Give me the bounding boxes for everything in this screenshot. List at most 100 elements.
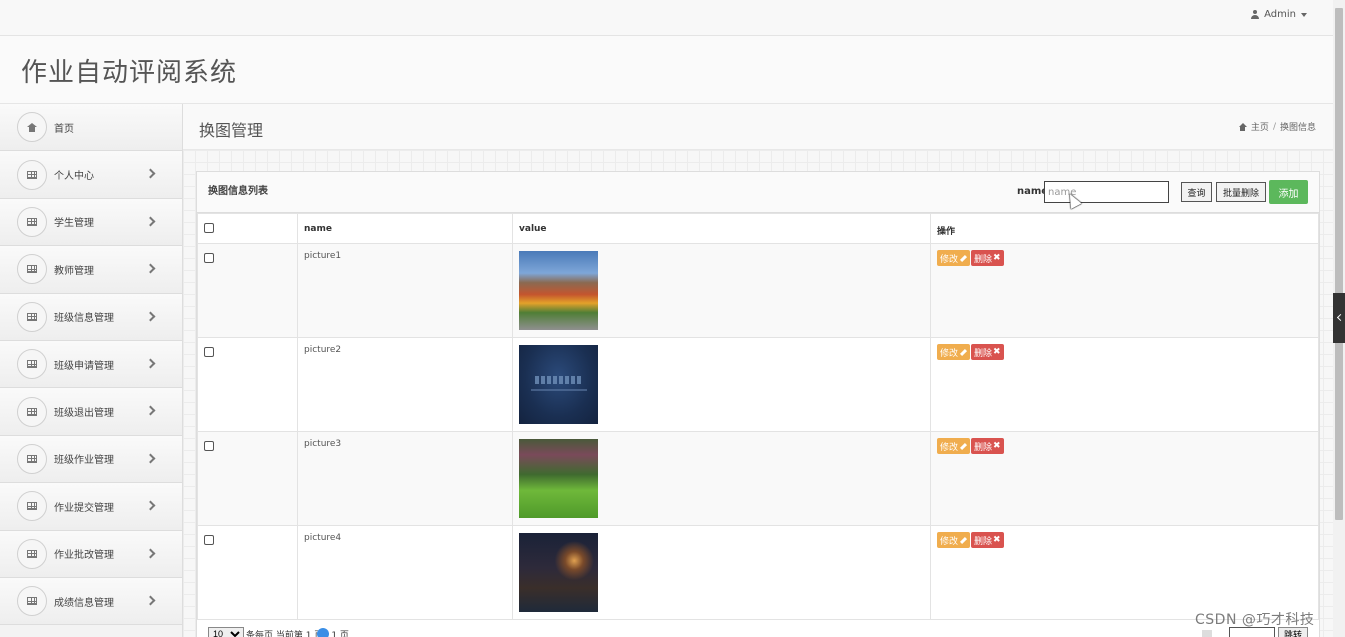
site-header: 作业自动评阅系统	[0, 36, 1333, 104]
caret-down-icon	[1301, 12, 1307, 17]
cell-name: picture2	[297, 337, 513, 432]
sidebar-item-label: 学生管理	[54, 218, 94, 230]
sidebar-item-class-homework[interactable]: 班级作业管理	[0, 435, 182, 484]
sidebar-item-teachers[interactable]: 教师管理	[0, 246, 182, 294]
previous-page-button[interactable]	[1202, 630, 1212, 637]
sidebar-item-profile[interactable]: 个人中心	[0, 151, 182, 199]
sidebar-item-label: 班级信息管理	[54, 313, 114, 325]
sidebar-item-label: 个人中心	[54, 171, 94, 183]
table-icon	[27, 312, 37, 321]
row-checkbox[interactable]	[204, 347, 214, 357]
sidebar-item-class-info[interactable]: 班级信息管理	[0, 293, 182, 341]
table-icon	[27, 454, 37, 463]
sidebar-item-students[interactable]: 学生管理	[0, 198, 182, 247]
sidebar-item-label: 作业提交管理	[54, 502, 114, 514]
sidebar-item-home[interactable]: 首页	[0, 104, 182, 152]
table-icon	[27, 549, 37, 558]
sidebar-item-class-apply[interactable]: 班级申请管理	[0, 340, 182, 389]
home-icon	[1238, 122, 1247, 131]
sidebar-item-label: 教师管理	[54, 265, 94, 277]
list-panel: 换图信息列表 name 查询 批量删除 添加 name value 操作 pic…	[196, 171, 1320, 637]
pencil-icon	[959, 348, 968, 356]
table-row: picture1 修改 删除 ✖	[197, 243, 1319, 338]
sidebar-item-grades[interactable]: 成绩信息管理	[0, 577, 182, 626]
table-row: picture3 修改 删除 ✖	[197, 431, 1319, 526]
select-all-checkbox[interactable]	[204, 223, 214, 233]
data-table: name value 操作 picture1 修改 删除 ✖ picture2 修改…	[197, 213, 1319, 620]
bulk-delete-button[interactable]: 批量删除	[1216, 182, 1266, 202]
chevron-right-icon	[145, 595, 156, 606]
watermark: CSDN @巧才科技	[1195, 612, 1315, 628]
pencil-icon	[959, 536, 968, 544]
chevron-right-icon	[145, 548, 156, 558]
edit-button[interactable]: 修改	[937, 438, 971, 454]
table-icon	[27, 170, 37, 179]
sidebar-item-homework-submit[interactable]: 作业提交管理	[0, 483, 182, 531]
close-icon: ✖	[993, 253, 1001, 263]
table-icon	[27, 502, 37, 511]
table-icon	[27, 265, 37, 274]
chevron-right-icon	[145, 263, 156, 274]
page-title: 换图管理	[199, 121, 264, 140]
page-header: 换图管理 主页 / 换图信息	[183, 104, 1333, 150]
chevron-right-icon	[145, 311, 156, 322]
chevron-right-icon	[145, 453, 156, 464]
cell-name: picture4	[297, 525, 513, 620]
sidebar-item-label: 首页	[54, 123, 74, 135]
edit-button[interactable]: 修改	[937, 532, 971, 548]
user-icon	[1251, 10, 1260, 19]
close-icon: ✖	[993, 441, 1001, 451]
cell-name: picture3	[297, 431, 513, 526]
pencil-icon	[959, 254, 968, 262]
pager-suffix: 1 页	[331, 630, 349, 637]
user-menu[interactable]: Admin	[1251, 9, 1307, 20]
edit-button[interactable]: 修改	[937, 250, 971, 266]
column-header: name	[297, 213, 513, 244]
row-checkbox[interactable]	[204, 441, 214, 451]
close-icon: ✖	[993, 535, 1001, 545]
table-icon	[27, 597, 37, 606]
delete-button[interactable]: 删除 ✖	[971, 532, 1004, 548]
thumbnail-image	[519, 439, 598, 518]
sidebar-item-class-quit[interactable]: 班级退出管理	[0, 388, 182, 436]
page-size-select[interactable]: 10	[208, 627, 244, 637]
delete-button[interactable]: 删除 ✖	[971, 344, 1004, 360]
home-icon	[27, 122, 37, 132]
user-label: Admin	[1264, 9, 1296, 20]
row-checkbox[interactable]	[204, 253, 214, 263]
add-button[interactable]: 添加	[1269, 180, 1308, 204]
edit-button[interactable]: 修改	[937, 344, 971, 360]
breadcrumb-current: 换图信息	[1279, 123, 1316, 133]
sidebar-item-label: 成绩信息管理	[54, 597, 114, 609]
close-icon: ✖	[993, 347, 1001, 357]
delete-button[interactable]: 删除 ✖	[971, 438, 1004, 454]
breadcrumb: 主页 / 换图信息	[1238, 120, 1316, 133]
chevron-right-icon	[145, 500, 156, 511]
table-header-row: name value 操作	[197, 213, 1319, 244]
top-navbar: Admin	[0, 0, 1333, 36]
sidebar: 首页 个人中心 学生管理 教师管理 班级信息管理 班级申请管理 班级退出管理 班…	[0, 104, 183, 637]
pencil-icon	[959, 442, 968, 450]
chevron-right-icon	[145, 405, 156, 416]
table-icon	[27, 217, 37, 226]
pager-text: 条每页 当前第 1 页	[246, 630, 324, 637]
cell-name: picture1	[297, 243, 513, 338]
site-title: 作业自动评阅系统	[21, 58, 238, 88]
pagination: 10 条每页 当前第 1 页 1 页	[208, 627, 349, 637]
query-button[interactable]: 查询	[1181, 182, 1212, 202]
delete-button[interactable]: 删除 ✖	[971, 250, 1004, 266]
thumbnail-image	[519, 251, 598, 330]
thumbnail-image	[519, 533, 598, 612]
panel-header: 换图信息列表 name 查询 批量删除 添加	[197, 172, 1319, 213]
scrollbar-thumb[interactable]	[1335, 8, 1343, 520]
column-header: value	[512, 213, 931, 244]
sidebar-item-label: 班级申请管理	[54, 360, 114, 372]
row-checkbox[interactable]	[204, 535, 214, 545]
table-row: picture2 修改 删除 ✖	[197, 337, 1319, 432]
sidebar-item-homework-grading[interactable]: 作业批改管理	[0, 530, 182, 578]
breadcrumb-home-link[interactable]: 主页	[1251, 120, 1269, 133]
chevron-right-icon	[145, 358, 156, 369]
table-icon	[27, 360, 37, 369]
search-input[interactable]	[1044, 181, 1169, 203]
collapse-panel-tab[interactable]	[1333, 293, 1345, 343]
